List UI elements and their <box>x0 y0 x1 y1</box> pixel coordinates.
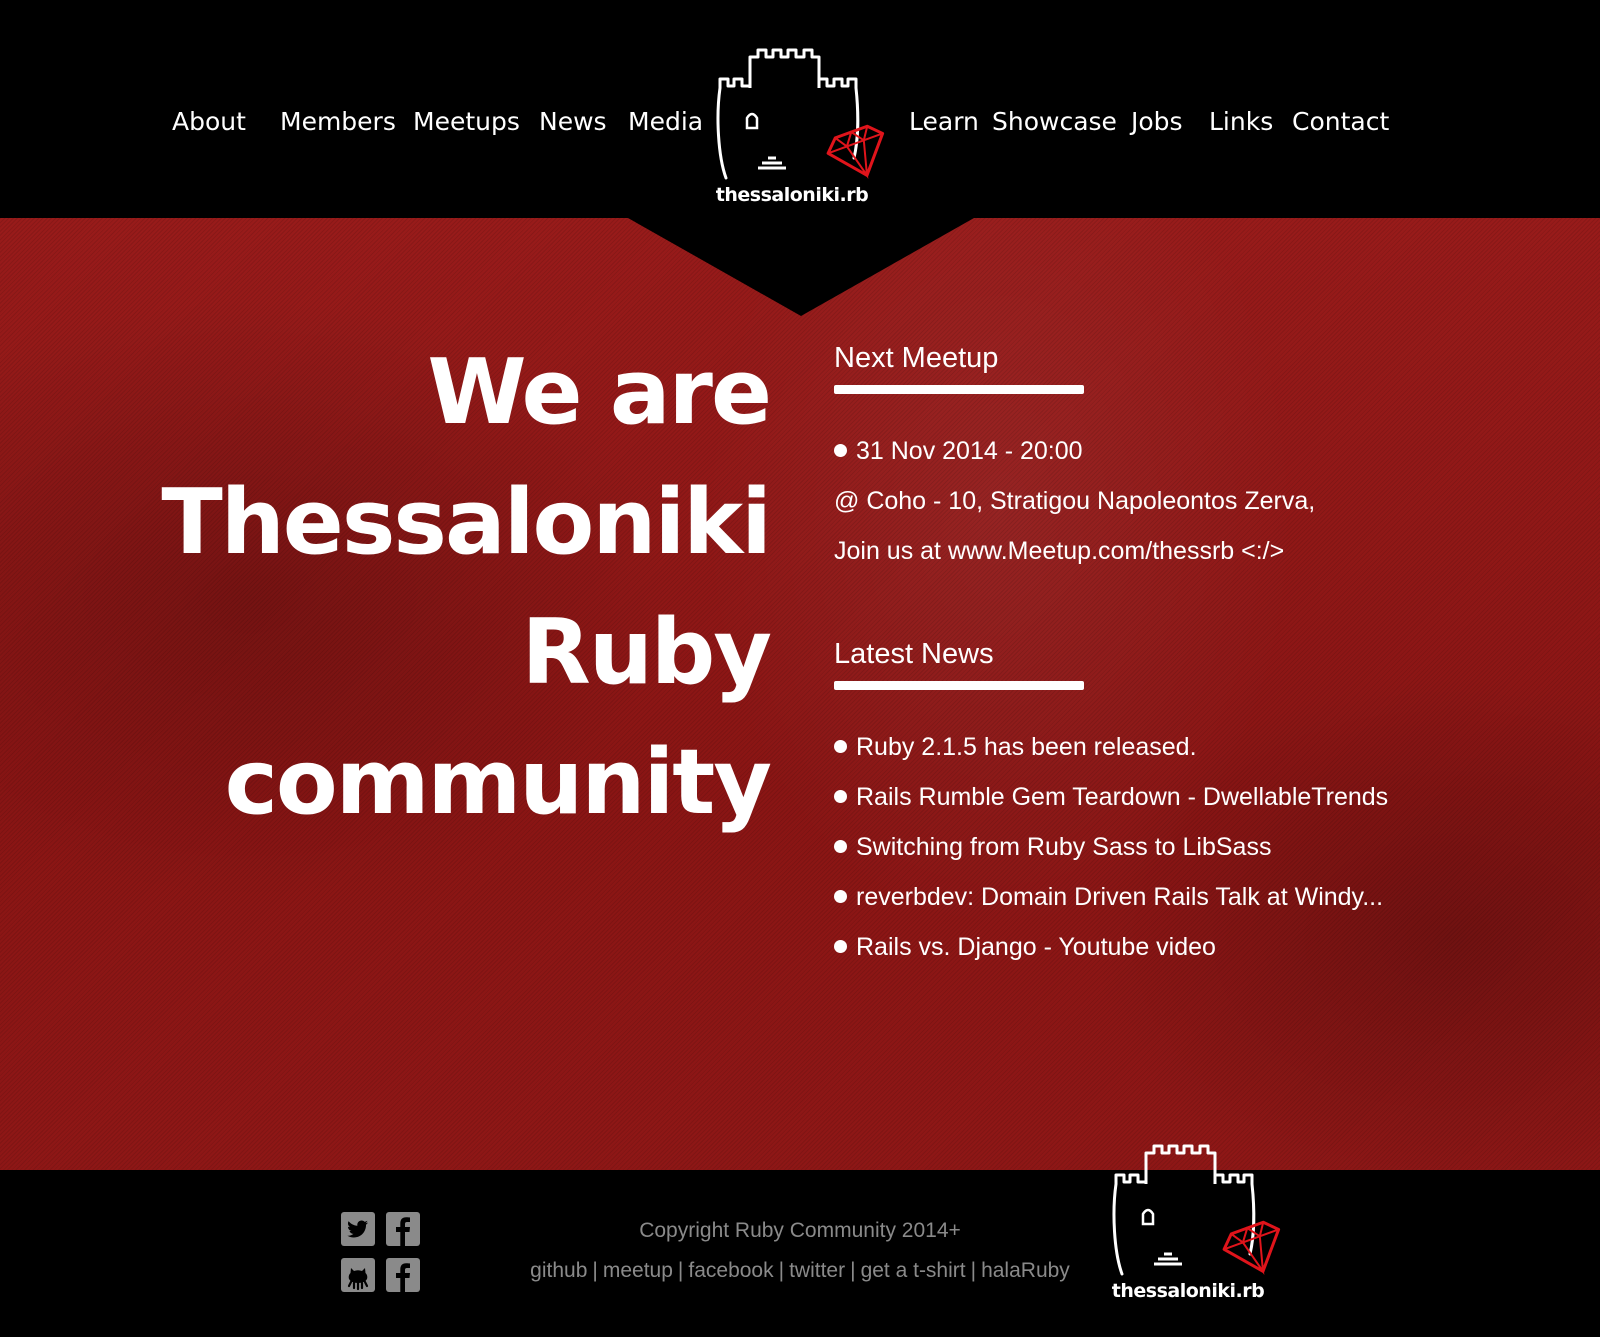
bullet-icon <box>834 444 847 457</box>
news-link[interactable]: reverbdev: Domain Driven Rails Talk at W… <box>856 883 1383 911</box>
logo-text: thessaloniki.rb <box>715 184 869 206</box>
link-separator: | <box>850 1259 856 1282</box>
footer-link-twitter[interactable]: twitter <box>789 1259 845 1282</box>
news-item: Rails Rumble Gem Teardown - DwellableTre… <box>834 772 1574 822</box>
meetup-date: 31 Nov 2014 - 20:00 <box>834 426 1574 476</box>
bullet-icon <box>834 840 847 853</box>
heading-underline <box>834 681 1084 690</box>
logo-text: thessaloniki.rb <box>1111 1280 1265 1302</box>
nav-jobs[interactable]: Jobs <box>1131 104 1183 140</box>
nav-members[interactable]: Members <box>280 104 396 140</box>
news-item: Ruby 2.1.5 has been released. <box>834 722 1574 772</box>
site-header: About Members Meetups News Media Learn S… <box>0 0 1600 218</box>
nav-links[interactable]: Links <box>1209 104 1273 140</box>
site-logo[interactable]: thessaloniki.rb <box>712 46 912 218</box>
link-separator: | <box>970 1259 977 1282</box>
meetup-location: @ Coho - 10, Stratigou Napoleontos Zerva… <box>834 487 1316 515</box>
castle-logo-icon <box>716 48 885 180</box>
nav-media[interactable]: Media <box>628 104 703 140</box>
nav-showcase[interactable]: Showcase <box>992 104 1117 140</box>
bullet-icon <box>834 940 847 953</box>
hero-section: We are Thessaloniki Ruby community Next … <box>0 218 1600 1170</box>
nav-contact[interactable]: Contact <box>1292 104 1389 140</box>
nav-about[interactable]: About <box>172 104 246 140</box>
heading-underline <box>834 385 1084 394</box>
hero-title-line: We are <box>427 340 772 445</box>
facebook-icon[interactable] <box>386 1258 420 1292</box>
meetup-join-link[interactable]: Join us at www.Meetup.com/thessrb <:/> <box>834 526 1574 576</box>
facebook-icon[interactable] <box>386 1212 420 1246</box>
link-separator: | <box>592 1259 598 1282</box>
news-link[interactable]: Ruby 2.1.5 has been released. <box>856 733 1197 761</box>
footer-link-facebook[interactable]: facebook <box>688 1259 773 1282</box>
hero-title-line: Ruby <box>521 600 772 705</box>
nav-news[interactable]: News <box>539 104 607 140</box>
latest-news-heading: Latest News <box>834 638 994 670</box>
header-notch <box>628 218 974 316</box>
footer-link-halaruby[interactable]: halaRuby <box>981 1259 1070 1282</box>
news-link[interactable]: Rails Rumble Gem Teardown - DwellableTre… <box>856 783 1388 811</box>
copyright-text: Copyright Ruby Community 2014+ <box>639 1219 961 1242</box>
latest-news-panel: Latest News Ruby 2.1.5 has been released… <box>834 636 1574 972</box>
hero-title-line: Thessaloniki <box>161 470 772 575</box>
news-item: Switching from Ruby Sass to LibSass <box>834 822 1574 872</box>
news-list: Ruby 2.1.5 has been released. Rails Rumb… <box>834 722 1574 972</box>
nav-learn[interactable]: Learn <box>909 104 979 140</box>
footer-link-tshirt[interactable]: get a t-shirt <box>861 1259 966 1282</box>
next-meetup-panel: Next Meetup 31 Nov 2014 - 20:00 @ Coho -… <box>834 340 1574 576</box>
footer-link-meetup[interactable]: meetup <box>603 1259 673 1282</box>
bullet-icon <box>834 790 847 803</box>
footer-links: github | meetup | facebook | twitter | get a t-s… <box>500 1258 1100 1284</box>
next-meetup-heading: Next Meetup <box>834 342 999 374</box>
news-link[interactable]: Rails vs. Django - Youtube video <box>856 933 1216 961</box>
news-link[interactable]: Switching from Ruby Sass to LibSass <box>856 833 1271 861</box>
news-item: reverbdev: Domain Driven Rails Talk at W… <box>834 872 1574 922</box>
bullet-icon <box>834 890 847 903</box>
link-separator: | <box>778 1259 785 1282</box>
news-item: Rails vs. Django - Youtube video <box>834 922 1574 972</box>
hero-title-line: community <box>224 730 772 835</box>
castle-logo-icon <box>1112 1144 1281 1276</box>
hero-title: We are Thessaloniki Ruby community <box>10 328 772 848</box>
page: About Members Meetups News Media Learn S… <box>0 0 1600 1337</box>
link-separator: | <box>677 1259 684 1282</box>
meetup-details: 31 Nov 2014 - 20:00 @ Coho - 10, Stratig… <box>834 426 1574 576</box>
twitter-icon[interactable] <box>341 1212 375 1246</box>
footer-link-github[interactable]: github <box>530 1259 587 1282</box>
bullet-icon <box>834 740 847 753</box>
site-footer: Copyright Ruby Community 2014+ github | me… <box>0 1170 1600 1337</box>
nav-meetups[interactable]: Meetups <box>413 104 520 140</box>
github-icon[interactable] <box>341 1258 375 1292</box>
footer-logo[interactable]: thessaloniki.rb <box>1108 1142 1308 1314</box>
